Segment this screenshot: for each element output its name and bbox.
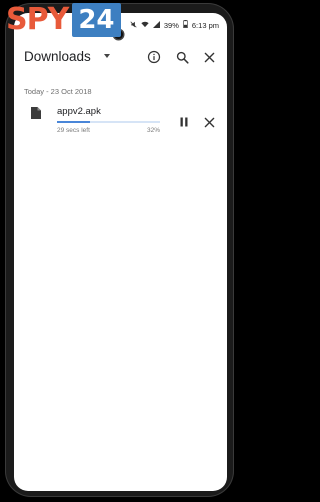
battery-icon — [183, 20, 188, 30]
wifi-icon — [141, 21, 149, 30]
close-icon — [204, 117, 215, 128]
battery-percent: 39% — [163, 20, 179, 30]
date-header: Today - 23 Oct 2018 — [24, 87, 92, 96]
pause-button[interactable] — [178, 115, 190, 127]
phone-screen: 39% 6:13 pm Downloads Today - 23 Oct 201… — [14, 13, 227, 491]
cancel-download-button[interactable] — [204, 115, 216, 128]
download-time-left: 29 secs left — [57, 127, 90, 134]
search-button[interactable] — [174, 49, 190, 65]
info-button[interactable] — [146, 49, 162, 65]
app-bar: Downloads — [14, 40, 227, 72]
close-button[interactable] — [201, 49, 217, 65]
brand-logo: SPY 24 — [0, 0, 121, 40]
mute-icon — [130, 20, 137, 30]
download-file-name: appv2.apk — [57, 106, 101, 117]
download-progress-bar — [57, 121, 160, 123]
status-time: 6:13 pm — [191, 20, 219, 30]
chevron-down-icon[interactable] — [104, 54, 110, 58]
search-icon — [176, 51, 189, 64]
brand-logo-24: 24 — [72, 3, 121, 37]
pause-icon — [180, 117, 188, 127]
download-item[interactable]: appv2.apk 29 secs left 32% — [14, 97, 227, 137]
info-icon — [147, 50, 161, 64]
close-icon — [204, 52, 214, 62]
page-title[interactable]: Downloads — [24, 49, 91, 64]
signal-icon — [152, 20, 160, 30]
status-bar-right: 39% 6:13 pm — [130, 20, 219, 30]
download-percent: 32% — [147, 127, 161, 134]
download-progress-fill — [57, 121, 90, 123]
file-icon — [31, 106, 41, 124]
page: SPY 24 39% 6:13 pm Downloads Today - 23 … — [0, 0, 241, 502]
brand-logo-spy: SPY — [6, 2, 69, 37]
